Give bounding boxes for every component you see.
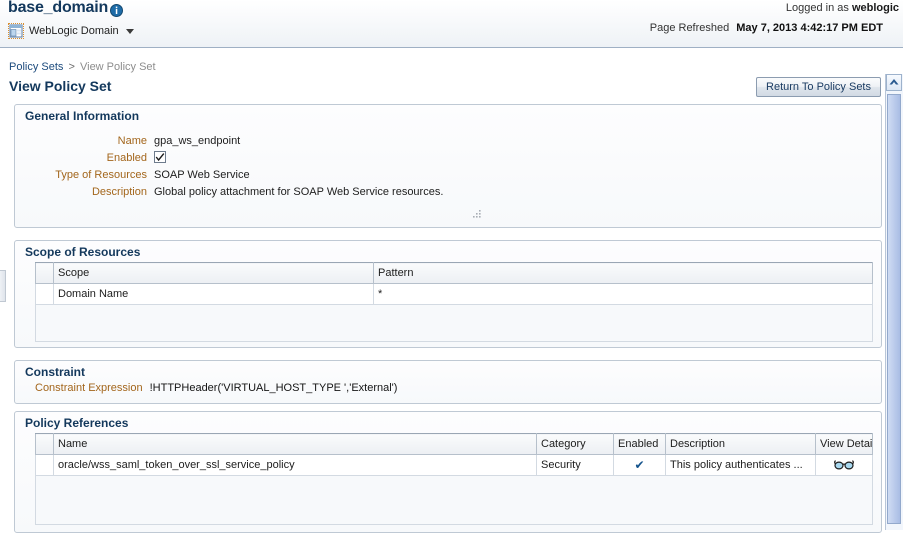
page-content: Policy Sets > View Policy Set View Polic… [0,48,903,533]
constraint-expression-row: Constraint Expression !HTTPHeader('VIRTU… [15,382,881,394]
policy-references-empty-area [35,476,873,525]
context-selector[interactable]: WebLogic Domain [8,21,134,40]
breadcrumb: Policy Sets > View Policy Set [9,61,156,73]
column-header-name[interactable]: Name [53,433,537,455]
cell-category: Security [536,454,614,476]
chevron-down-icon[interactable] [125,29,134,34]
row-select-cell[interactable] [35,454,54,476]
field-row-description: Description Global policy attachment for… [15,185,881,199]
row-select-cell[interactable] [35,283,54,305]
table-row[interactable]: Domain Name * [35,283,873,305]
general-information-panel: General Information Name gpa_ws_endpoint… [14,104,882,228]
enabled-checkbox [154,151,166,163]
column-header-description[interactable]: Description [665,433,816,455]
field-value-description: Global policy attachment for SOAP Web Se… [154,186,444,198]
cell-description: This policy authenticates ... [665,454,816,476]
breadcrumb-separator: > [68,61,75,73]
constraint-expression-label: Constraint Expression [35,382,143,394]
field-value-type-of-resources: SOAP Web Service [154,169,250,181]
page-refreshed-prefix: Page Refreshed [649,22,730,34]
scope-of-resources-panel: Scope of Resources Scope Pattern Domain … [14,240,882,348]
general-information-title: General Information [25,109,140,123]
field-label-enabled: Enabled [106,152,147,164]
breadcrumb-current: View Policy Set [79,61,156,73]
return-to-policy-sets-button[interactable]: Return To Policy Sets [756,77,881,97]
domain-title: base_domain [8,0,109,16]
field-value-enabled [154,151,166,165]
field-label-description: Description [91,186,147,198]
cell-pattern: * [373,283,873,305]
check-icon: ✔ [634,457,645,472]
page-title: View Policy Set [9,78,112,94]
constraint-title: Constraint [25,365,85,379]
logged-in-prefix: Logged in as [785,2,849,14]
table-header-row: Name Category Enabled Description View D… [35,433,873,455]
column-header-enabled[interactable]: Enabled [613,433,666,455]
vertical-scrollbar[interactable] [885,74,903,530]
table-header-row: Scope Pattern [35,262,873,284]
weblogic-domain-icon [8,22,24,39]
column-header-category[interactable]: Category [536,433,614,455]
glasses-icon[interactable] [834,459,854,472]
scroll-up-button[interactable] [886,74,902,91]
field-value-name: gpa_ws_endpoint [154,135,241,147]
branding-bar: base_domain WebLogic Domain Logged in as… [0,0,903,48]
scope-of-resources-title: Scope of Resources [25,245,141,259]
info-icon[interactable] [110,4,123,17]
cell-policy-name: oracle/wss_saml_token_over_ssl_service_p… [53,454,537,476]
policy-references-title: Policy References [25,416,129,430]
table-row[interactable]: oracle/wss_saml_token_over_ssl_service_p… [35,454,873,476]
page-refreshed-time: May 7, 2013 4:42:17 PM EDT [736,22,883,34]
column-header-view-detail[interactable]: View Detail [815,433,873,455]
policy-references-table: Name Category Enabled Description View D… [35,433,873,476]
breadcrumb-link-policy-sets[interactable]: Policy Sets [9,61,63,73]
resize-grip-icon[interactable] [471,210,483,220]
context-label: WebLogic Domain [29,24,119,37]
scope-of-resources-table: Scope Pattern Domain Name * [35,262,873,305]
column-header-pattern[interactable]: Pattern [373,262,873,284]
field-row-type-of-resources: Type of Resources SOAP Web Service [15,168,881,182]
scope-table-empty-area [35,305,873,342]
policy-references-panel: Policy References Name Category Enabled … [14,411,882,533]
scroll-thumb[interactable] [887,94,901,524]
column-header-scope[interactable]: Scope [53,262,374,284]
cell-enabled: ✔ [613,454,666,476]
constraint-expression-value: !HTTPHeader('VIRTUAL_HOST_TYPE ','Extern… [149,382,398,394]
row-select-header [35,262,54,284]
field-label-type-of-resources: Type of Resources [55,169,147,181]
logged-in-status: Logged in as weblogic [786,2,899,14]
field-row-name: Name gpa_ws_endpoint [15,134,881,148]
field-row-enabled: Enabled [15,151,881,165]
page-refreshed-status: Page Refreshed May 7, 2013 4:42:17 PM ED… [650,22,883,34]
cell-scope: Domain Name [53,283,374,305]
logged-in-user: weblogic [851,2,899,14]
field-label-name: Name [117,135,147,147]
constraint-panel: Constraint Constraint Expression !HTTPHe… [14,360,882,404]
row-select-header [35,433,54,455]
cell-view-detail[interactable] [815,454,873,476]
left-panel-splitter[interactable] [0,270,6,302]
